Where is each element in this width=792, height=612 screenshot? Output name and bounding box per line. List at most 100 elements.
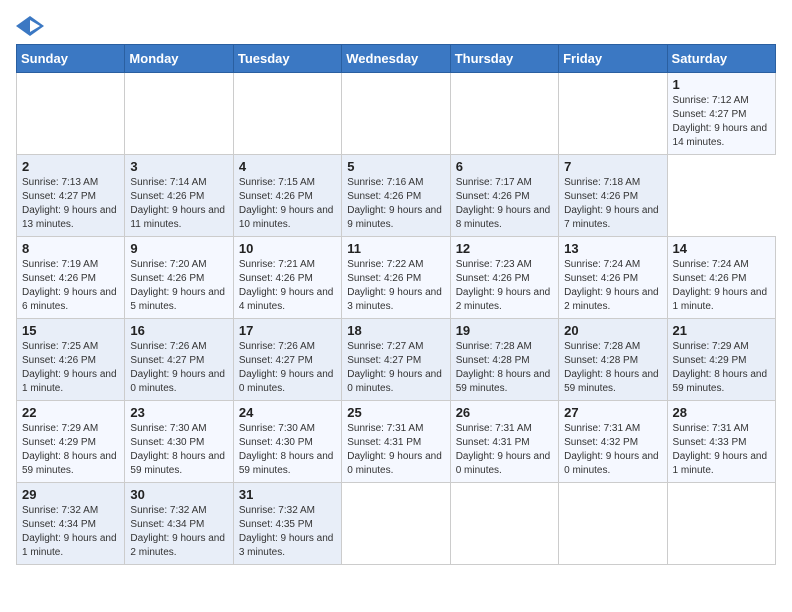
calendar-cell: 30 Sunrise: 7:32 AM Sunset: 4:34 PM Dayl…: [125, 483, 233, 565]
day-info: Sunrise: 7:30 AM Sunset: 4:30 PM Dayligh…: [130, 422, 227, 478]
calendar-week-5: 22 Sunrise: 7:29 AM Sunset: 4:29 PM Dayl…: [17, 401, 776, 483]
day-number: 8: [22, 241, 119, 256]
day-number: 10: [239, 241, 336, 256]
day-info: Sunrise: 7:15 AM Sunset: 4:26 PM Dayligh…: [239, 176, 336, 232]
day-number: 1: [673, 77, 770, 92]
day-number: 9: [130, 241, 227, 256]
calendar-cell: 13 Sunrise: 7:24 AM Sunset: 4:26 PM Dayl…: [559, 237, 667, 319]
day-number: 26: [456, 405, 553, 420]
day-number: 31: [239, 487, 336, 502]
calendar-cell: 31 Sunrise: 7:32 AM Sunset: 4:35 PM Dayl…: [233, 483, 341, 565]
calendar-cell: 9 Sunrise: 7:20 AM Sunset: 4:26 PM Dayli…: [125, 237, 233, 319]
calendar-cell: 5 Sunrise: 7:16 AM Sunset: 4:26 PM Dayli…: [342, 155, 450, 237]
calendar-cell: 2 Sunrise: 7:13 AM Sunset: 4:27 PM Dayli…: [17, 155, 125, 237]
calendar-cell: 28 Sunrise: 7:31 AM Sunset: 4:33 PM Dayl…: [667, 401, 775, 483]
day-info: Sunrise: 7:28 AM Sunset: 4:28 PM Dayligh…: [456, 340, 553, 396]
calendar-cell: 19 Sunrise: 7:28 AM Sunset: 4:28 PM Dayl…: [450, 319, 558, 401]
calendar-cell: 24 Sunrise: 7:30 AM Sunset: 4:30 PM Dayl…: [233, 401, 341, 483]
calendar-cell: 14 Sunrise: 7:24 AM Sunset: 4:26 PM Dayl…: [667, 237, 775, 319]
day-info: Sunrise: 7:22 AM Sunset: 4:26 PM Dayligh…: [347, 258, 444, 314]
day-info: Sunrise: 7:17 AM Sunset: 4:26 PM Dayligh…: [456, 176, 553, 232]
day-number: 15: [22, 323, 119, 338]
day-info: Sunrise: 7:16 AM Sunset: 4:26 PM Dayligh…: [347, 176, 444, 232]
calendar-cell: [125, 73, 233, 155]
calendar-cell: [17, 73, 125, 155]
calendar-cell: 12 Sunrise: 7:23 AM Sunset: 4:26 PM Dayl…: [450, 237, 558, 319]
day-info: Sunrise: 7:32 AM Sunset: 4:35 PM Dayligh…: [239, 504, 336, 560]
calendar-cell: 21 Sunrise: 7:29 AM Sunset: 4:29 PM Dayl…: [667, 319, 775, 401]
calendar-cell: [559, 73, 667, 155]
day-number: 12: [456, 241, 553, 256]
calendar-cell: 4 Sunrise: 7:15 AM Sunset: 4:26 PM Dayli…: [233, 155, 341, 237]
calendar-cell: 22 Sunrise: 7:29 AM Sunset: 4:29 PM Dayl…: [17, 401, 125, 483]
day-info: Sunrise: 7:31 AM Sunset: 4:31 PM Dayligh…: [347, 422, 444, 478]
logo: [16, 16, 48, 36]
day-info: Sunrise: 7:12 AM Sunset: 4:27 PM Dayligh…: [673, 94, 770, 150]
day-info: Sunrise: 7:32 AM Sunset: 4:34 PM Dayligh…: [130, 504, 227, 560]
calendar-cell: [342, 73, 450, 155]
calendar-cell: 16 Sunrise: 7:26 AM Sunset: 4:27 PM Dayl…: [125, 319, 233, 401]
calendar-cell: 11 Sunrise: 7:22 AM Sunset: 4:26 PM Dayl…: [342, 237, 450, 319]
day-number: 19: [456, 323, 553, 338]
day-number: 29: [22, 487, 119, 502]
day-number: 17: [239, 323, 336, 338]
header-monday: Monday: [125, 45, 233, 73]
day-number: 22: [22, 405, 119, 420]
day-number: 13: [564, 241, 661, 256]
calendar-week-2: 2 Sunrise: 7:13 AM Sunset: 4:27 PM Dayli…: [17, 155, 776, 237]
day-number: 16: [130, 323, 227, 338]
day-number: 24: [239, 405, 336, 420]
calendar-cell: 3 Sunrise: 7:14 AM Sunset: 4:26 PM Dayli…: [125, 155, 233, 237]
day-info: Sunrise: 7:29 AM Sunset: 4:29 PM Dayligh…: [673, 340, 770, 396]
calendar-header-row: SundayMondayTuesdayWednesdayThursdayFrid…: [17, 45, 776, 73]
day-number: 20: [564, 323, 661, 338]
calendar-cell: [667, 483, 775, 565]
day-number: 3: [130, 159, 227, 174]
day-number: 4: [239, 159, 336, 174]
calendar-cell: 29 Sunrise: 7:32 AM Sunset: 4:34 PM Dayl…: [17, 483, 125, 565]
day-number: 27: [564, 405, 661, 420]
day-info: Sunrise: 7:29 AM Sunset: 4:29 PM Dayligh…: [22, 422, 119, 478]
day-info: Sunrise: 7:14 AM Sunset: 4:26 PM Dayligh…: [130, 176, 227, 232]
calendar-cell: 8 Sunrise: 7:19 AM Sunset: 4:26 PM Dayli…: [17, 237, 125, 319]
day-info: Sunrise: 7:13 AM Sunset: 4:27 PM Dayligh…: [22, 176, 119, 232]
calendar-table: SundayMondayTuesdayWednesdayThursdayFrid…: [16, 44, 776, 565]
day-number: 18: [347, 323, 444, 338]
day-number: 2: [22, 159, 119, 174]
day-info: Sunrise: 7:28 AM Sunset: 4:28 PM Dayligh…: [564, 340, 661, 396]
day-info: Sunrise: 7:26 AM Sunset: 4:27 PM Dayligh…: [239, 340, 336, 396]
day-number: 23: [130, 405, 227, 420]
calendar-cell: 20 Sunrise: 7:28 AM Sunset: 4:28 PM Dayl…: [559, 319, 667, 401]
day-info: Sunrise: 7:24 AM Sunset: 4:26 PM Dayligh…: [673, 258, 770, 314]
calendar-cell: 25 Sunrise: 7:31 AM Sunset: 4:31 PM Dayl…: [342, 401, 450, 483]
day-number: 11: [347, 241, 444, 256]
header-thursday: Thursday: [450, 45, 558, 73]
day-number: 25: [347, 405, 444, 420]
calendar-body: 1 Sunrise: 7:12 AM Sunset: 4:27 PM Dayli…: [17, 73, 776, 565]
header-wednesday: Wednesday: [342, 45, 450, 73]
day-info: Sunrise: 7:30 AM Sunset: 4:30 PM Dayligh…: [239, 422, 336, 478]
logo-icon: [16, 16, 44, 36]
calendar-cell: 23 Sunrise: 7:30 AM Sunset: 4:30 PM Dayl…: [125, 401, 233, 483]
page-header: [16, 16, 776, 36]
day-info: Sunrise: 7:21 AM Sunset: 4:26 PM Dayligh…: [239, 258, 336, 314]
day-info: Sunrise: 7:26 AM Sunset: 4:27 PM Dayligh…: [130, 340, 227, 396]
calendar-week-4: 15 Sunrise: 7:25 AM Sunset: 4:26 PM Dayl…: [17, 319, 776, 401]
calendar-cell: [450, 73, 558, 155]
calendar-week-6: 29 Sunrise: 7:32 AM Sunset: 4:34 PM Dayl…: [17, 483, 776, 565]
day-info: Sunrise: 7:31 AM Sunset: 4:32 PM Dayligh…: [564, 422, 661, 478]
header-saturday: Saturday: [667, 45, 775, 73]
day-info: Sunrise: 7:31 AM Sunset: 4:33 PM Dayligh…: [673, 422, 770, 478]
day-number: 30: [130, 487, 227, 502]
day-info: Sunrise: 7:23 AM Sunset: 4:26 PM Dayligh…: [456, 258, 553, 314]
calendar-cell: 27 Sunrise: 7:31 AM Sunset: 4:32 PM Dayl…: [559, 401, 667, 483]
day-number: 21: [673, 323, 770, 338]
header-tuesday: Tuesday: [233, 45, 341, 73]
day-info: Sunrise: 7:31 AM Sunset: 4:31 PM Dayligh…: [456, 422, 553, 478]
calendar-cell: 15 Sunrise: 7:25 AM Sunset: 4:26 PM Dayl…: [17, 319, 125, 401]
day-number: 28: [673, 405, 770, 420]
calendar-cell: [342, 483, 450, 565]
calendar-cell: 10 Sunrise: 7:21 AM Sunset: 4:26 PM Dayl…: [233, 237, 341, 319]
calendar-cell: [450, 483, 558, 565]
calendar-cell: [233, 73, 341, 155]
